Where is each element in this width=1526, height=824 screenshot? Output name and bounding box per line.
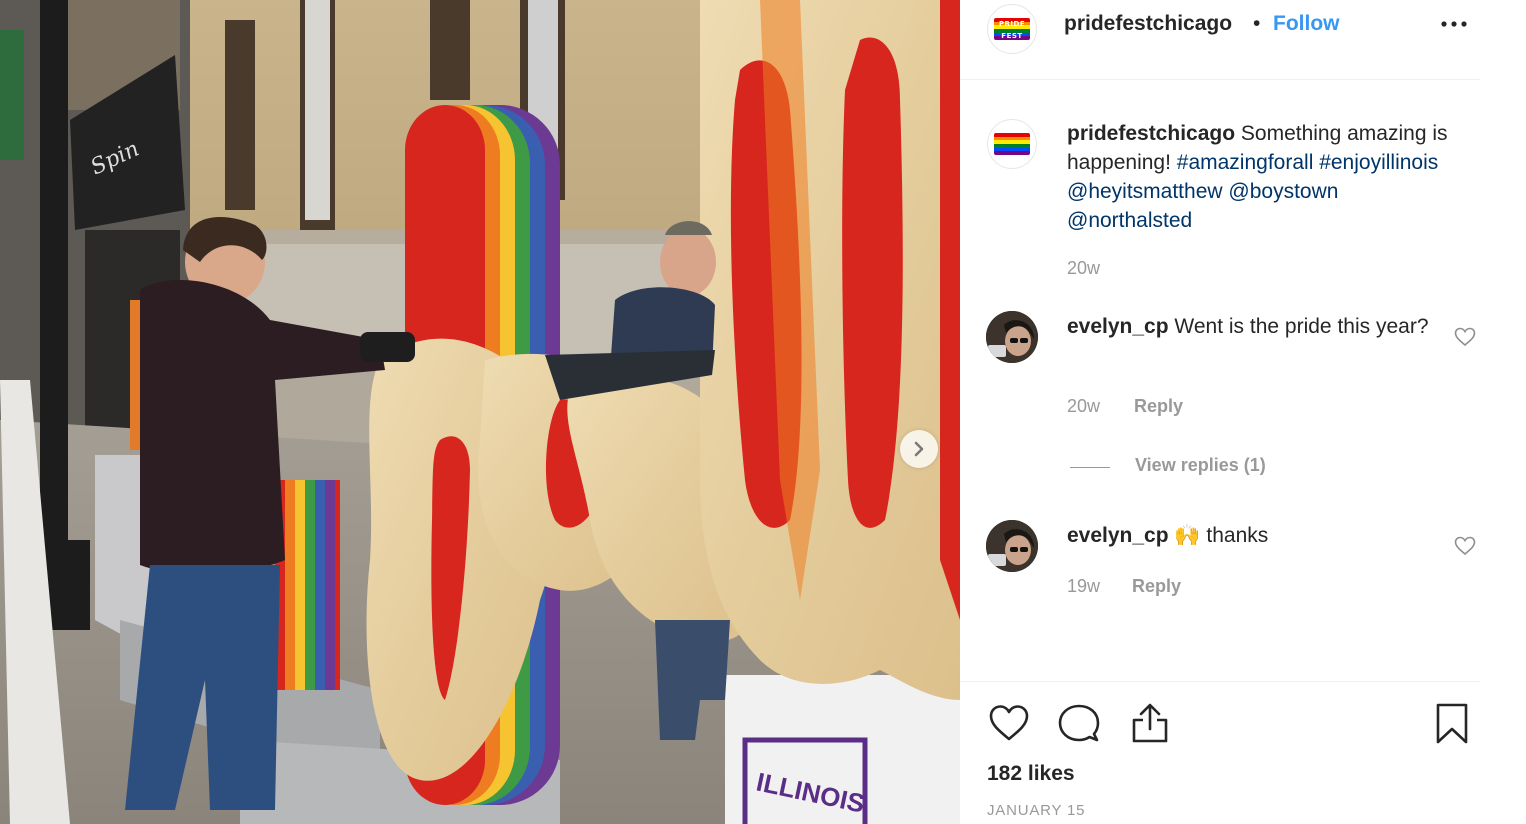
comments-section: pridefestchicago Something amazing is ha… xyxy=(960,81,1480,681)
pride-flag-logo xyxy=(994,133,1030,155)
heart-icon[interactable] xyxy=(1454,327,1476,347)
comment-2: evelyn_cp 🙌 thanks xyxy=(1067,521,1467,550)
post-username[interactable]: pridefestchicago xyxy=(1064,11,1232,37)
comment-2-reply-button[interactable]: Reply xyxy=(1132,575,1181,597)
mention-northalsted[interactable]: @northalsted xyxy=(1067,209,1192,232)
caption-age: 20w xyxy=(1067,258,1101,278)
chevron-right-icon xyxy=(914,441,924,457)
caption: pridefestchicago Something amazing is ha… xyxy=(1067,119,1467,235)
next-photo-button[interactable] xyxy=(900,430,938,468)
comment-2-age: 19w xyxy=(1067,576,1101,596)
caption-avatar[interactable] xyxy=(987,119,1037,169)
mention-boystown[interactable]: @boystown xyxy=(1228,180,1338,203)
avatar-photo xyxy=(986,520,1038,572)
avatar-photo xyxy=(986,311,1038,363)
comment-1-username[interactable]: evelyn_cp xyxy=(1067,315,1169,338)
view-replies-button[interactable]: View replies (1) xyxy=(1135,455,1266,476)
comment-2-username[interactable]: evelyn_cp xyxy=(1067,524,1169,547)
post-date: JANUARY 15 xyxy=(987,802,1086,819)
comment-1-reply-button[interactable]: Reply xyxy=(1134,395,1183,417)
post-sidebar: PRIDE FEST pridefestchicago • Follow pri… xyxy=(960,0,1480,824)
comment-1-text-cont: year? xyxy=(1375,315,1429,338)
likes-count[interactable]: 182 likes xyxy=(987,762,1075,786)
avatar-logo-text: PRIDE FEST xyxy=(998,20,1026,40)
raised-hands-emoji: 🙌 xyxy=(1174,524,1201,547)
more-options-icon[interactable] xyxy=(1440,18,1470,30)
mention-heyitsmatthew[interactable]: @heyitsmatthew xyxy=(1067,180,1223,203)
comment-2-text: thanks xyxy=(1206,524,1269,547)
heart-icon[interactable] xyxy=(1454,536,1476,556)
heart-icon[interactable] xyxy=(987,701,1031,745)
comment-icon[interactable] xyxy=(1057,701,1101,745)
photo-scene: Spin ILLINOIS xyxy=(0,0,960,824)
post-photo: Spin ILLINOIS xyxy=(0,0,960,824)
pridefest-avatar[interactable]: PRIDE FEST xyxy=(987,4,1037,54)
hashtag-amazingforall[interactable]: #amazingforall xyxy=(1177,151,1314,174)
commenter-avatar[interactable] xyxy=(986,520,1038,572)
bookmark-icon[interactable] xyxy=(1430,701,1474,745)
share-icon[interactable] xyxy=(1128,701,1172,745)
follow-button[interactable]: Follow xyxy=(1273,11,1340,37)
commenter-avatar[interactable] xyxy=(986,311,1038,363)
caption-username[interactable]: pridefestchicago xyxy=(1067,122,1235,145)
comment-1-age: 20w xyxy=(1067,396,1101,416)
header-separator: • xyxy=(1253,12,1261,35)
hashtag-enjoyillinois[interactable]: #enjoyillinois xyxy=(1319,151,1438,174)
page-margin xyxy=(1480,0,1526,824)
comment-1: evelyn_cp Went is the pride this year? xyxy=(1067,312,1467,341)
post-header: PRIDE FEST pridefestchicago • Follow xyxy=(960,0,1480,80)
view-replies-line xyxy=(1070,467,1110,468)
comment-1-text: Went is the pride this xyxy=(1174,315,1371,338)
post-actions: 182 likes JANUARY 15 xyxy=(960,681,1480,824)
